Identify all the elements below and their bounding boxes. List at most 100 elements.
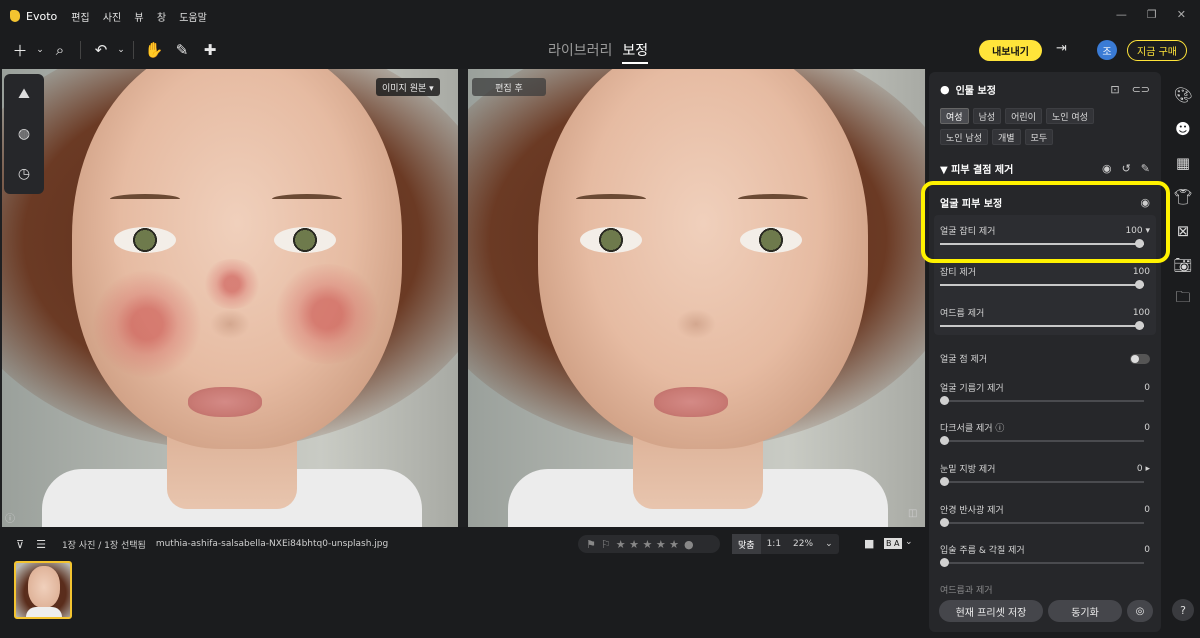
buy-now-button[interactable]: 지금 구매 — [1127, 40, 1187, 61]
chip-individual[interactable]: 개별 — [991, 129, 1021, 145]
toggle-label: 얼굴 점 제거 — [940, 355, 988, 365]
undo-history-chevron-icon[interactable]: ⌄ — [115, 45, 127, 55]
edited-photo[interactable] — [468, 69, 925, 527]
minimize-icon[interactable]: — — [1116, 8, 1127, 21]
sort-icon[interactable]: ☰ — [36, 538, 46, 551]
background-icon[interactable]: ▦ — [1166, 146, 1200, 180]
history-clock-icon[interactable]: ◷ — [18, 166, 30, 182]
sync-settings-icon[interactable]: ◎ — [1127, 600, 1153, 622]
menu-help[interactable]: 도움말 — [179, 13, 207, 24]
menu-view[interactable]: 뷰 — [134, 13, 143, 24]
slider-handle[interactable] — [1135, 280, 1144, 289]
slider-track[interactable] — [940, 280, 1144, 289]
slider-handle[interactable] — [940, 518, 949, 527]
color-label-icon[interactable]: ● — [684, 538, 694, 551]
chip-male[interactable]: 남성 — [972, 108, 1002, 124]
info-icon[interactable]: ⓘ — [5, 510, 15, 525]
sync-button[interactable]: 동기화 — [1048, 600, 1122, 622]
menu-photo[interactable]: 사진 — [103, 13, 121, 24]
slider-track[interactable] — [940, 239, 1144, 248]
slider-track[interactable] — [940, 436, 1144, 445]
slider-handle[interactable] — [1135, 239, 1144, 248]
slider-value[interactable]: 100 — [1133, 267, 1150, 277]
camera-icon[interactable]: 📷︎ — [1166, 248, 1200, 282]
slider-value[interactable]: 0 — [1144, 545, 1150, 555]
add-icon[interactable]: ＋ — [6, 40, 34, 61]
slider-label: 다크서클 제거 ⓘ — [940, 424, 1005, 434]
star-rating[interactable]: ★ ★ ★ ★ ★ — [616, 538, 679, 551]
chip-child[interactable]: 어린이 — [1005, 108, 1042, 124]
slider-handle[interactable] — [940, 477, 949, 486]
body-select-icon[interactable]: ⊂⊃ — [1132, 83, 1150, 96]
menu-window[interactable]: 창 — [157, 13, 166, 24]
avatar[interactable]: 조 — [1097, 40, 1117, 60]
slider-handle[interactable] — [940, 436, 949, 445]
slider-value[interactable]: 0 — [1144, 423, 1150, 433]
brush-icon[interactable]: ✎ — [168, 41, 196, 59]
original-photo[interactable] — [2, 69, 458, 527]
portrait-face-icon[interactable]: ☻ — [1166, 112, 1200, 146]
tab-library[interactable]: 라이브러리 — [548, 40, 612, 64]
chip-all[interactable]: 모두 — [1024, 129, 1054, 145]
image-viewer — [0, 69, 926, 527]
eye-icon[interactable]: ◉ — [1102, 162, 1112, 175]
portrait-tool-icon[interactable]: ⛰ — [18, 86, 30, 102]
slider-value[interactable]: 0 — [1144, 383, 1150, 393]
view-chevron-icon[interactable]: ⌄ — [905, 537, 913, 547]
slider-track[interactable] — [940, 518, 1144, 527]
slider-track[interactable] — [940, 558, 1144, 567]
face-select-icon[interactable]: ⊡ — [1110, 83, 1119, 96]
slider-value[interactable]: 0 ▸ — [1137, 464, 1150, 474]
zoom-percent-dropdown[interactable]: 22% — [787, 534, 819, 554]
palette-icon[interactable]: 🎨︎ — [1166, 78, 1200, 112]
zoom-1to1-button[interactable]: 1:1 — [761, 534, 787, 554]
slider-row: 얼굴 잡티 제거 100 ▾ — [940, 224, 1150, 238]
slider-value[interactable]: 100 ▾ — [1125, 226, 1150, 236]
slider-value[interactable]: 0 — [1144, 505, 1150, 515]
slider-handle[interactable] — [1135, 321, 1144, 330]
undo-icon[interactable]: ↶ — [87, 41, 115, 59]
reject-flag-icon[interactable]: ⚐ — [601, 538, 611, 551]
zoom-chevron-icon[interactable]: ⌄ — [819, 534, 839, 554]
close-icon[interactable]: ✕ — [1177, 8, 1186, 21]
tab-edit[interactable]: 보정 — [622, 40, 649, 64]
mole-removal-toggle[interactable] — [1130, 353, 1150, 364]
original-view-dropdown[interactable]: 이미지 원본 ▾ — [376, 78, 440, 96]
clothing-icon[interactable]: 👕︎ — [1166, 180, 1200, 214]
reset-icon[interactable]: ↺ — [1122, 162, 1131, 175]
hand-icon[interactable]: ✋ — [140, 41, 168, 59]
slider-track[interactable] — [940, 477, 1144, 486]
share-icon[interactable]: ⇥ — [1056, 41, 1067, 56]
subsection-eye-icon[interactable]: ◉ — [1140, 196, 1150, 209]
section-header[interactable]: ▼ 피부 결점 제거 ◉ ↺ ✎ — [940, 161, 1150, 176]
save-preset-button[interactable]: 현재 프리셋 저장 — [939, 600, 1043, 622]
slider-handle[interactable] — [940, 396, 949, 405]
slider-handle[interactable] — [940, 558, 949, 567]
chip-female[interactable]: 여성 — [940, 108, 969, 124]
panel-header: ● 인물 보정 ⊡ ⊂⊃ — [940, 82, 1150, 97]
restore-icon[interactable]: ❐ — [1147, 8, 1157, 21]
slider-track[interactable] — [940, 321, 1144, 330]
texture-tool-icon[interactable]: ◍ — [18, 126, 30, 142]
search-icon[interactable]: ⌕ — [46, 41, 74, 59]
right-eye — [274, 227, 336, 253]
flag-icon[interactable]: ⚑ — [586, 538, 596, 551]
filter-icon[interactable]: ⊽ — [16, 538, 24, 551]
split-view-icon[interactable]: ◫ — [908, 508, 917, 519]
crop-icon[interactable]: ⊠ — [1166, 214, 1200, 248]
zoom-fit-button[interactable]: 맞춤 — [732, 534, 761, 554]
slider-track[interactable] — [940, 396, 1144, 405]
chip-elderly-male[interactable]: 노인 남성 — [940, 129, 988, 145]
single-view-icon[interactable]: ■ — [864, 537, 874, 550]
edit-icon[interactable]: ✎ — [1141, 162, 1150, 175]
export-button[interactable]: 내보내기 — [979, 40, 1042, 61]
folder-eye-icon[interactable]: 🗀 — [1166, 282, 1200, 316]
compare-view-icon[interactable]: B A — [884, 538, 902, 549]
chevron-down-icon[interactable]: ⌄ — [34, 45, 46, 55]
menu-edit[interactable]: 편집 — [71, 13, 89, 24]
help-icon[interactable]: ? — [1172, 599, 1194, 621]
chip-elderly-female[interactable]: 노인 여성 — [1045, 108, 1094, 124]
slider-value[interactable]: 100 — [1133, 308, 1150, 318]
thumbnail[interactable] — [14, 561, 72, 619]
bandage-icon[interactable]: ✚ — [196, 41, 224, 59]
